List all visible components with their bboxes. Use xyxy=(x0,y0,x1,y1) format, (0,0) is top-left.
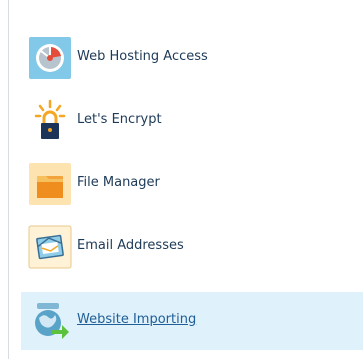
lets-encrypt-lock-icon xyxy=(28,99,72,143)
panel-left-border xyxy=(8,0,9,359)
tool-item-file-manager[interactable]: File Manager xyxy=(21,155,363,213)
tool-label: Web Hosting Access xyxy=(77,49,208,64)
tool-item-email-addresses[interactable]: Email Addresses xyxy=(21,218,363,276)
tool-item-lets-encrypt[interactable]: Let's Encrypt xyxy=(21,92,363,150)
envelope-icon xyxy=(28,225,72,269)
tool-label: Email Addresses xyxy=(77,238,184,253)
tool-label[interactable]: Website Importing xyxy=(77,311,196,328)
tool-item-web-hosting-access[interactable]: Web Hosting Access xyxy=(21,29,363,87)
tool-label: File Manager xyxy=(77,175,160,190)
folder-icon xyxy=(28,162,72,206)
tool-item-website-importing[interactable]: Website Importing xyxy=(21,292,363,350)
tool-label: Let's Encrypt xyxy=(77,112,162,127)
website-importing-icon xyxy=(28,299,72,343)
tools-panel: Web Hosting Access Let's Encrypt File Ma… xyxy=(0,0,363,359)
web-hosting-access-icon xyxy=(28,36,72,80)
